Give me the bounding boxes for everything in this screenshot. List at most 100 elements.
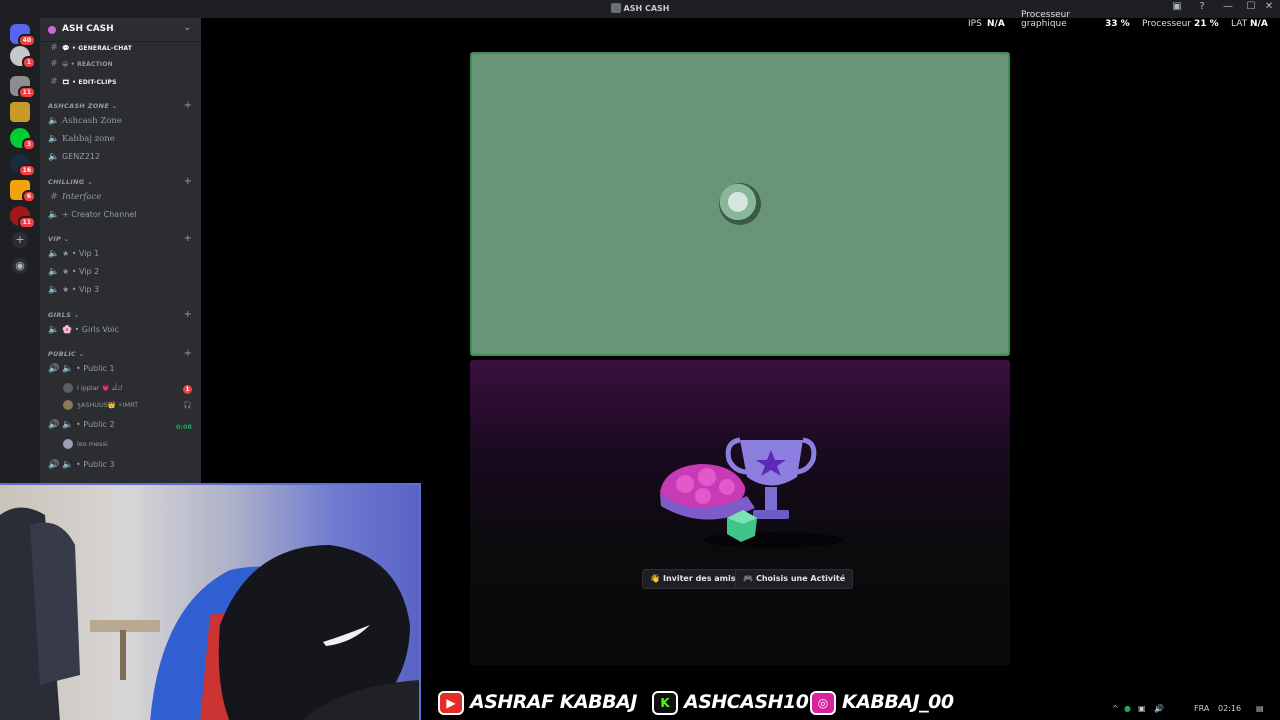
add-channel-icon[interactable]: + [184, 348, 192, 359]
channel-interface[interactable]: # Interface [48, 192, 194, 208]
channel-label: • Public 2 [76, 420, 115, 429]
lat-label: LAT [1231, 19, 1248, 29]
explore-icon[interactable]: ◉ [12, 258, 28, 274]
voice-channel[interactable]: 🔈 🌸 • Girls Voic [48, 325, 194, 341]
add-channel-icon[interactable]: + [184, 309, 192, 320]
voice-channel-public-2[interactable]: 🔊 🔈 • Public 2 [48, 420, 194, 436]
volume-icon: 🔈 [62, 460, 74, 470]
status-dot-icon[interactable]: ● [1124, 704, 1131, 713]
speaker-icon: 🔈 [48, 325, 60, 335]
category-chilling[interactable]: CHILLING ⌄ [48, 178, 93, 186]
invite-friends-button[interactable]: 👋 Inviter des amis [642, 569, 744, 589]
channel-label: ★ • Vip 3 [62, 285, 100, 294]
voice-channel[interactable]: 🔈 ★ • Vip 1 [48, 249, 194, 265]
channel-label: GENZ212 [62, 152, 100, 161]
discord-home-icon[interactable]: 40 [10, 24, 36, 47]
webcam-feed [0, 507, 419, 720]
server-header[interactable]: ASH CASH ⌄ [40, 18, 201, 42]
voice-channel-public-1[interactable]: 🔊 🔈 • Public 1 [48, 364, 194, 380]
speaker-icon: 🔈 [48, 116, 60, 126]
mention-badge: 1 [183, 385, 192, 394]
channel-reaction[interactable]: # 😀 • REACTION [48, 59, 194, 75]
channel-label: Interface [62, 192, 102, 202]
server-avatar[interactable]: 1 [10, 46, 36, 69]
ips-value: N/A [987, 19, 1005, 29]
category-public[interactable]: PUBLIC ⌄ [48, 350, 84, 358]
network-icon[interactable]: ▣ [1138, 704, 1146, 713]
unread-badge: 6 [21, 190, 36, 203]
ips-label: IPS [968, 19, 982, 29]
invite-friends-label: Inviter des amis [662, 574, 736, 583]
voice-channel[interactable]: 🔈 Kabbaj zone [48, 134, 194, 150]
help-icon[interactable]: ? [1191, 1, 1213, 12]
close-button[interactable]: ✕ [1258, 1, 1280, 12]
server-name: ASH CASH [62, 24, 114, 34]
server-avatar[interactable]: 6 [10, 180, 36, 203]
channel-label: 💬 • GENERAL-CHAT [62, 45, 133, 52]
voice-channel[interactable]: 🔈 + Creator Channel [48, 210, 194, 226]
voice-timer: 0:08 [175, 423, 192, 431]
channel-label: 😀 • REACTION [62, 61, 113, 68]
voice-user[interactable]: l ipplar 💗 ﻙﺄﺪ [63, 383, 122, 397]
channel-general-chat[interactable]: # 💬 • GENERAL-CHAT [48, 43, 194, 59]
add-channel-icon[interactable]: + [184, 100, 192, 111]
volume-icon[interactable]: 🔊 [1154, 704, 1164, 713]
notification-icon[interactable]: ▤ [1256, 704, 1264, 713]
channel-label: + Creator Channel [62, 210, 137, 219]
kick-handle: K ASHCASH10 [652, 690, 812, 716]
voice-channel[interactable]: 🔈 ★ • Vip 2 [48, 267, 194, 283]
chevron-up-icon[interactable]: ^ [1112, 704, 1119, 713]
window-titlebar: ASH CASH ▣ ? — ☐ ✕ [0, 0, 1280, 18]
choose-activity-label: Choisis une Activité [755, 574, 846, 583]
server-avatar[interactable]: 11 [10, 76, 36, 99]
channel-label: ★ • Vip 2 [62, 267, 100, 276]
voice-channel-public-3[interactable]: 🔊 🔈 • Public 3 [48, 460, 194, 476]
activity-illustration [660, 437, 843, 548]
server-avatar[interactable]: 16 [10, 154, 36, 177]
add-channel-icon[interactable]: + [184, 176, 192, 187]
channel-list: ASH CASH ⌄ # 💬 • GENERAL-CHAT # 😀 • REACTI… [40, 18, 201, 483]
unread-badge: 1 [21, 56, 36, 69]
voice-channel[interactable]: 🔈 Ashcash Zone [48, 116, 194, 132]
window-title-text: ASH CASH [623, 4, 670, 13]
wave-icon: 👋 [650, 574, 660, 583]
gamepad-icon: 🎮 [743, 574, 753, 583]
webcam-overlay [0, 483, 421, 720]
youtube-icon: ▶ [438, 691, 464, 715]
unread-badge: 3 [21, 138, 36, 151]
chevron-down-icon[interactable]: ⌄ [183, 23, 191, 33]
category-vip[interactable]: VIP ⌄ [48, 235, 69, 243]
choose-activity-button[interactable]: 🎮 Choisis une Activité [735, 569, 854, 589]
category-girls[interactable]: GIRLS ⌄ [48, 311, 79, 319]
channel-label: Kabbaj zone [62, 134, 115, 144]
add-server-icon[interactable]: + [12, 232, 28, 248]
inbox-icon[interactable]: ▣ [1166, 1, 1188, 12]
system-tray: ^ ● ▣ 🔊 FRA 02:16 ▤ [1110, 700, 1280, 720]
instagram-handle-text: KABBAJ_00 [842, 691, 954, 713]
cpu-value: 21 % [1194, 19, 1219, 29]
channel-edit-clips[interactable]: # 🎞 • EDIT-CLIPS [48, 77, 194, 93]
server-rail: 40 1 11 3 16 6 11 + ◉ [0, 18, 40, 483]
instagram-handle: ◎ KABBAJ_00 [810, 690, 960, 716]
speaker-icon: 🔊 [48, 460, 60, 470]
category-ashcash-zone[interactable]: ASHCASH ZONE ⌄ [48, 102, 117, 110]
clock[interactable]: 02:16 [1218, 704, 1241, 713]
unread-badge: 16 [17, 164, 36, 177]
server-avatar[interactable]: 3 [10, 128, 36, 151]
server-avatar[interactable]: 11 [10, 206, 36, 229]
gpu-value: 33 % [1105, 19, 1130, 29]
voice-user[interactable]: ʒASHUUS👑 ⚡IMRT [63, 400, 138, 414]
voice-channel[interactable]: 🔈 GENZ212 [48, 152, 194, 168]
voice-channel[interactable]: 🔈 ★ • Vip 3 [48, 285, 194, 301]
hash-icon: # [50, 192, 58, 202]
add-channel-icon[interactable]: + [184, 233, 192, 244]
voice-user[interactable]: leo messi [63, 439, 108, 453]
minimize-button[interactable]: — [1217, 1, 1239, 12]
speaker-icon: 🔈 [48, 134, 60, 144]
kick-handle-text: ASHCASH10 [684, 691, 809, 713]
speaker-icon: 🔈 [48, 210, 60, 220]
language-indicator[interactable]: FRA [1194, 704, 1209, 713]
window-title: ASH CASH [0, 3, 1280, 13]
channel-label: Ashcash Zone [62, 116, 122, 126]
server-avatar[interactable] [10, 102, 30, 122]
